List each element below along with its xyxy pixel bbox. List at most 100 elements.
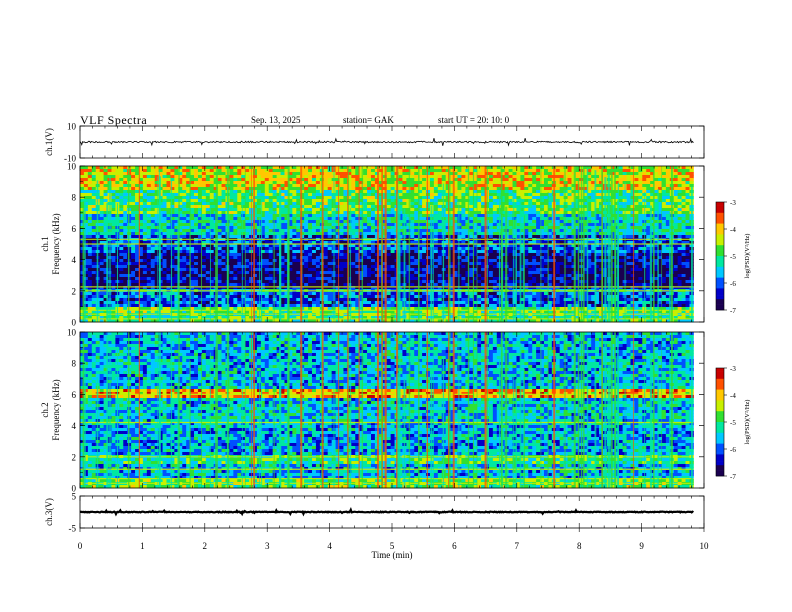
spectrogram-cell	[685, 199, 690, 203]
spectrogram-cell	[162, 235, 167, 239]
spectrogram-cell	[492, 202, 498, 206]
spectrogram-cell	[233, 223, 238, 227]
spectrogram-cell	[146, 250, 152, 254]
spectrogram-cell	[327, 196, 333, 200]
spectrogram-cell	[304, 178, 309, 182]
spectrogram-cell	[245, 229, 250, 233]
spectrogram-cell	[426, 211, 431, 215]
spectrogram-cell	[422, 181, 427, 185]
spectrogram-cell	[264, 175, 270, 179]
spectrogram-cell	[563, 166, 568, 170]
spectrogram-cell	[205, 193, 211, 197]
spectrogram-cell	[426, 190, 431, 194]
spectrogram-cell	[111, 199, 116, 203]
spectrogram-cell	[162, 247, 167, 251]
spectrogram-cell	[359, 187, 364, 191]
spectrogram-cell	[308, 178, 313, 182]
spectrogram-cell	[256, 199, 262, 203]
spectrogram-cell	[174, 214, 179, 218]
spectrogram-cell	[205, 169, 211, 173]
spectrogram-cell	[119, 166, 124, 170]
spectrogram-cell	[194, 226, 199, 230]
spectrogram-cell	[437, 232, 443, 236]
spectrogram-cell	[233, 172, 238, 176]
spectrogram-cell	[422, 175, 427, 179]
spectrogram-cell	[567, 211, 572, 215]
spectrogram-cell	[268, 220, 274, 224]
spectrogram-cell	[563, 175, 568, 179]
spectrogram-cell	[422, 208, 427, 212]
spectrogram-cell	[311, 253, 317, 257]
spectrogram-cell	[634, 232, 639, 236]
spectrogram-cell	[201, 178, 207, 182]
spectrogram-cell	[343, 229, 348, 233]
spectrogram-cell	[272, 166, 277, 170]
spectrogram-cell	[150, 184, 156, 188]
spectrogram-cell	[508, 229, 513, 233]
spectrogram-cell	[618, 202, 624, 206]
spectrogram-cell	[386, 205, 392, 209]
spectrogram-cell	[661, 172, 667, 176]
spectrogram-cell	[268, 235, 274, 239]
spectrogram-cell	[194, 193, 199, 197]
spectrogram-cell	[508, 196, 513, 200]
spectrogram-cell	[229, 235, 234, 239]
spectrogram-cell	[477, 214, 482, 218]
spectrogram-cell	[323, 175, 329, 179]
spectrogram-cell	[492, 193, 498, 197]
spectrogram-cell	[304, 229, 309, 233]
spectrogram-cell	[422, 250, 427, 254]
spectrogram-cell	[555, 208, 561, 212]
spectrogram-cell	[426, 223, 431, 227]
spectrogram-cell	[315, 250, 321, 254]
spectrogram-cell	[496, 175, 502, 179]
spectrogram-cell	[182, 190, 187, 194]
spectrogram-cell	[441, 166, 447, 170]
spectrogram-cell	[201, 181, 207, 185]
spectrogram-cell	[119, 184, 124, 188]
spectrogram-cell	[673, 193, 679, 197]
spectrogram-cell	[398, 166, 403, 170]
spectrogram-cell	[182, 184, 187, 188]
spectrogram-cell	[103, 166, 108, 170]
spectrogram-cell	[437, 253, 443, 257]
spectrogram-cell	[245, 166, 250, 170]
spectrogram-cell	[532, 217, 537, 221]
spectrogram-cell	[335, 205, 340, 209]
spectrogram-cell	[661, 235, 667, 239]
spectrogram-cell	[194, 190, 199, 194]
spectrogram-cell	[563, 184, 568, 188]
spectrogram-cell	[150, 220, 156, 224]
spectrogram-cell	[315, 187, 321, 191]
spectrogram-cell	[433, 190, 439, 194]
spectrogram-cell	[87, 202, 93, 206]
spectrogram-cell	[339, 199, 344, 203]
spectrogram-cell	[123, 223, 128, 227]
spectrogram-cell	[477, 193, 482, 197]
spectrogram-cell	[437, 229, 443, 233]
spectrogram-cell	[461, 205, 466, 209]
spectrogram-cell	[323, 250, 329, 254]
spectrogram-cell	[386, 250, 392, 254]
spectrogram-cell	[626, 217, 631, 221]
spectrogram-cell	[111, 184, 116, 188]
spectrogram-cell	[367, 184, 372, 188]
spectrogram-cell	[304, 193, 309, 197]
spectrogram-cell	[256, 184, 262, 188]
spectrogram-cell	[461, 220, 466, 224]
spectrogram-cell	[563, 193, 568, 197]
spectrogram-cell	[488, 175, 494, 179]
spectrogram-cell	[142, 187, 148, 191]
spectrogram-cell	[150, 214, 156, 218]
spectrogram-cell	[390, 217, 395, 221]
spectrogram-cell	[477, 172, 482, 176]
spectrogram-cell	[308, 226, 313, 230]
spectrogram-cell	[166, 202, 171, 206]
spectrogram-cell	[638, 229, 643, 233]
spectrogram-cell	[429, 181, 435, 185]
spectrogram-cell	[166, 178, 171, 182]
spectrogram-cell	[327, 226, 333, 230]
spectrogram-cell	[543, 166, 549, 170]
spectrogram-cell	[390, 229, 395, 233]
spectrogram-cell	[524, 208, 529, 212]
